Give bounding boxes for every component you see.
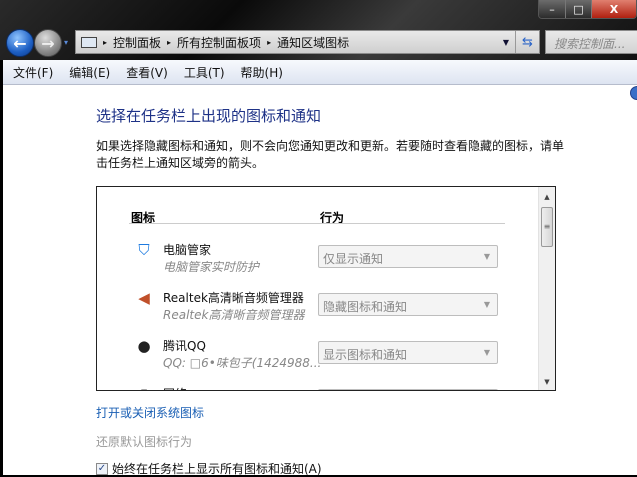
notification-icons-list: 图标 行为 ⛉ 电脑管家 电脑管家实时防护 仅显示通知 ▼ ◀ Realtek高清… <box>96 186 556 391</box>
qq-penguin-icon: ● <box>137 337 151 355</box>
menu-help[interactable]: 帮助(H) <box>241 64 283 81</box>
shield-icon: ⛉ <box>138 241 150 259</box>
menu-edit[interactable]: 编辑(E) <box>69 64 110 81</box>
page-title: 选择在任务栏上出现的图标和通知 <box>96 107 322 125</box>
content-pane: 选择在任务栏上出现的图标和通知 如果选择隐藏图标和通知，则不会向您通知更改和更新… <box>3 85 637 477</box>
search-input[interactable]: 搜索控制面... <box>545 30 637 54</box>
breadcrumb-notification-icons[interactable]: 通知区域图标 <box>277 34 349 51</box>
menu-tools[interactable]: 工具(T) <box>184 64 225 81</box>
header-divider <box>129 223 505 224</box>
forward-button[interactable]: → <box>34 29 62 57</box>
address-bar[interactable]: ▸ 控制面板 ▸ 所有控制面板项 ▸ 通知区域图标 ▼ ⇆ <box>75 30 540 54</box>
maximize-button[interactable]: □ <box>565 0 591 18</box>
menu-bar: 文件(F) 编辑(E) 查看(V) 工具(T) 帮助(H) <box>3 60 637 85</box>
computer-icon <box>81 36 97 48</box>
list-item: ▮ 网络 <box>97 381 537 390</box>
close-button[interactable]: X <box>591 0 636 18</box>
title-bar: – □ X ← → ▾ ▸ 控制面板 ▸ 所有控制面板项 ▸ 通知区域图标 ▼ … <box>0 0 637 60</box>
back-button[interactable]: ← <box>6 29 34 57</box>
item-name: 电脑管家 <box>163 243 212 257</box>
behavior-dropdown[interactable]: 仅显示通知 ▼ <box>318 245 498 268</box>
behavior-value: 隐藏图标和通知 <box>323 300 408 314</box>
speaker-icon: ◀ <box>138 289 150 307</box>
minimize-button[interactable]: – <box>539 0 565 18</box>
menu-file[interactable]: 文件(F) <box>13 64 53 81</box>
breadcrumb-all-items[interactable]: 所有控制面板项 <box>177 34 261 51</box>
item-name: 网络 <box>163 385 187 390</box>
chevron-down-icon: ▼ <box>483 300 490 309</box>
item-name: Realtek高清晰音频管理器 <box>163 291 304 305</box>
behavior-dropdown[interactable]: 隐藏图标和通知 ▼ <box>318 293 498 316</box>
list-item: ● 腾讯QQ QQ: □6•味包子(1424988... 显示图标和通知 ▼ <box>97 333 537 373</box>
behavior-value: 仅显示通知 <box>323 252 384 266</box>
item-description: 电脑管家实时防护 <box>163 260 260 274</box>
always-show-all-checkbox[interactable]: ✓ 始终在任务栏上显示所有图标和通知(A) <box>96 460 322 477</box>
list-item: ⛉ 电脑管家 电脑管家实时防护 仅显示通知 ▼ <box>97 237 537 277</box>
behavior-dropdown[interactable]: 显示图标和通知 ▼ <box>318 341 498 364</box>
recent-pages-dropdown[interactable]: ▾ <box>64 38 68 47</box>
item-description: QQ: □6•味包子(1424988... <box>163 356 322 370</box>
item-name: 腾讯QQ <box>163 339 206 353</box>
refresh-icon[interactable]: ⇆ <box>515 31 539 53</box>
breadcrumb-separator[interactable]: ▸ <box>167 38 171 47</box>
description: 如果选择隐藏图标和通知，则不会向您通知更改和更新。若要随时查看隐藏的图标，请单击… <box>96 139 565 170</box>
scroll-thumb[interactable]: ≡ <box>541 207 553 247</box>
item-description: Realtek高清晰音频管理器 <box>163 308 305 322</box>
breadcrumb-separator[interactable]: ▸ <box>103 38 107 47</box>
checkbox-label[interactable]: 始终在任务栏上显示所有图标和通知(A) <box>112 460 322 477</box>
help-icon[interactable] <box>630 86 637 100</box>
list-item: ◀ Realtek高清晰音频管理器 Realtek高清晰音频管理器 隐藏图标和通… <box>97 285 537 325</box>
scroll-down-icon[interactable]: ▼ <box>539 378 555 386</box>
behavior-value: 显示图标和通知 <box>323 348 408 362</box>
checkbox-checked-icon[interactable]: ✓ <box>96 462 108 475</box>
chevron-down-icon: ▼ <box>483 252 490 261</box>
chevron-down-icon: ▼ <box>483 348 490 357</box>
scroll-up-icon[interactable]: ▲ <box>539 193 555 201</box>
network-icon: ▮ <box>135 385 153 390</box>
caption-buttons: – □ X <box>538 0 637 19</box>
menu-view[interactable]: 查看(V) <box>126 64 168 81</box>
breadcrumb-separator[interactable]: ▸ <box>267 38 271 47</box>
address-dropdown-icon[interactable]: ▼ <box>497 38 515 47</box>
restore-default-link[interactable]: 还原默认图标行为 <box>96 433 192 450</box>
behavior-dropdown[interactable] <box>318 389 498 390</box>
vertical-scrollbar[interactable]: ▲ ≡ ▼ <box>538 187 555 390</box>
breadcrumb-control-panel[interactable]: 控制面板 <box>113 34 161 51</box>
system-icons-link[interactable]: 打开或关闭系统图标 <box>96 404 204 421</box>
